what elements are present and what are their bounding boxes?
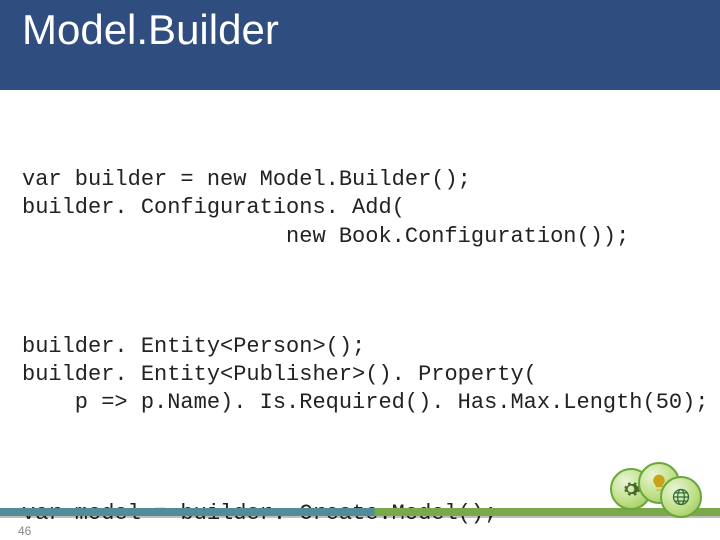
code-block: var builder = new Model.Builder(); build…	[22, 110, 698, 540]
title-bar: Model.Builder	[0, 0, 720, 90]
globe-icon	[660, 476, 702, 518]
code-paragraph-1: var builder = new Model.Builder(); build…	[22, 166, 698, 250]
code-paragraph-2: builder. Entity<Person>(); builder. Enti…	[22, 333, 698, 417]
slide: Model.Builder var builder = new Model.Bu…	[0, 0, 720, 540]
slide-title: Model.Builder	[22, 6, 279, 54]
decorative-badges	[610, 462, 702, 518]
page-number: 46	[18, 524, 31, 538]
